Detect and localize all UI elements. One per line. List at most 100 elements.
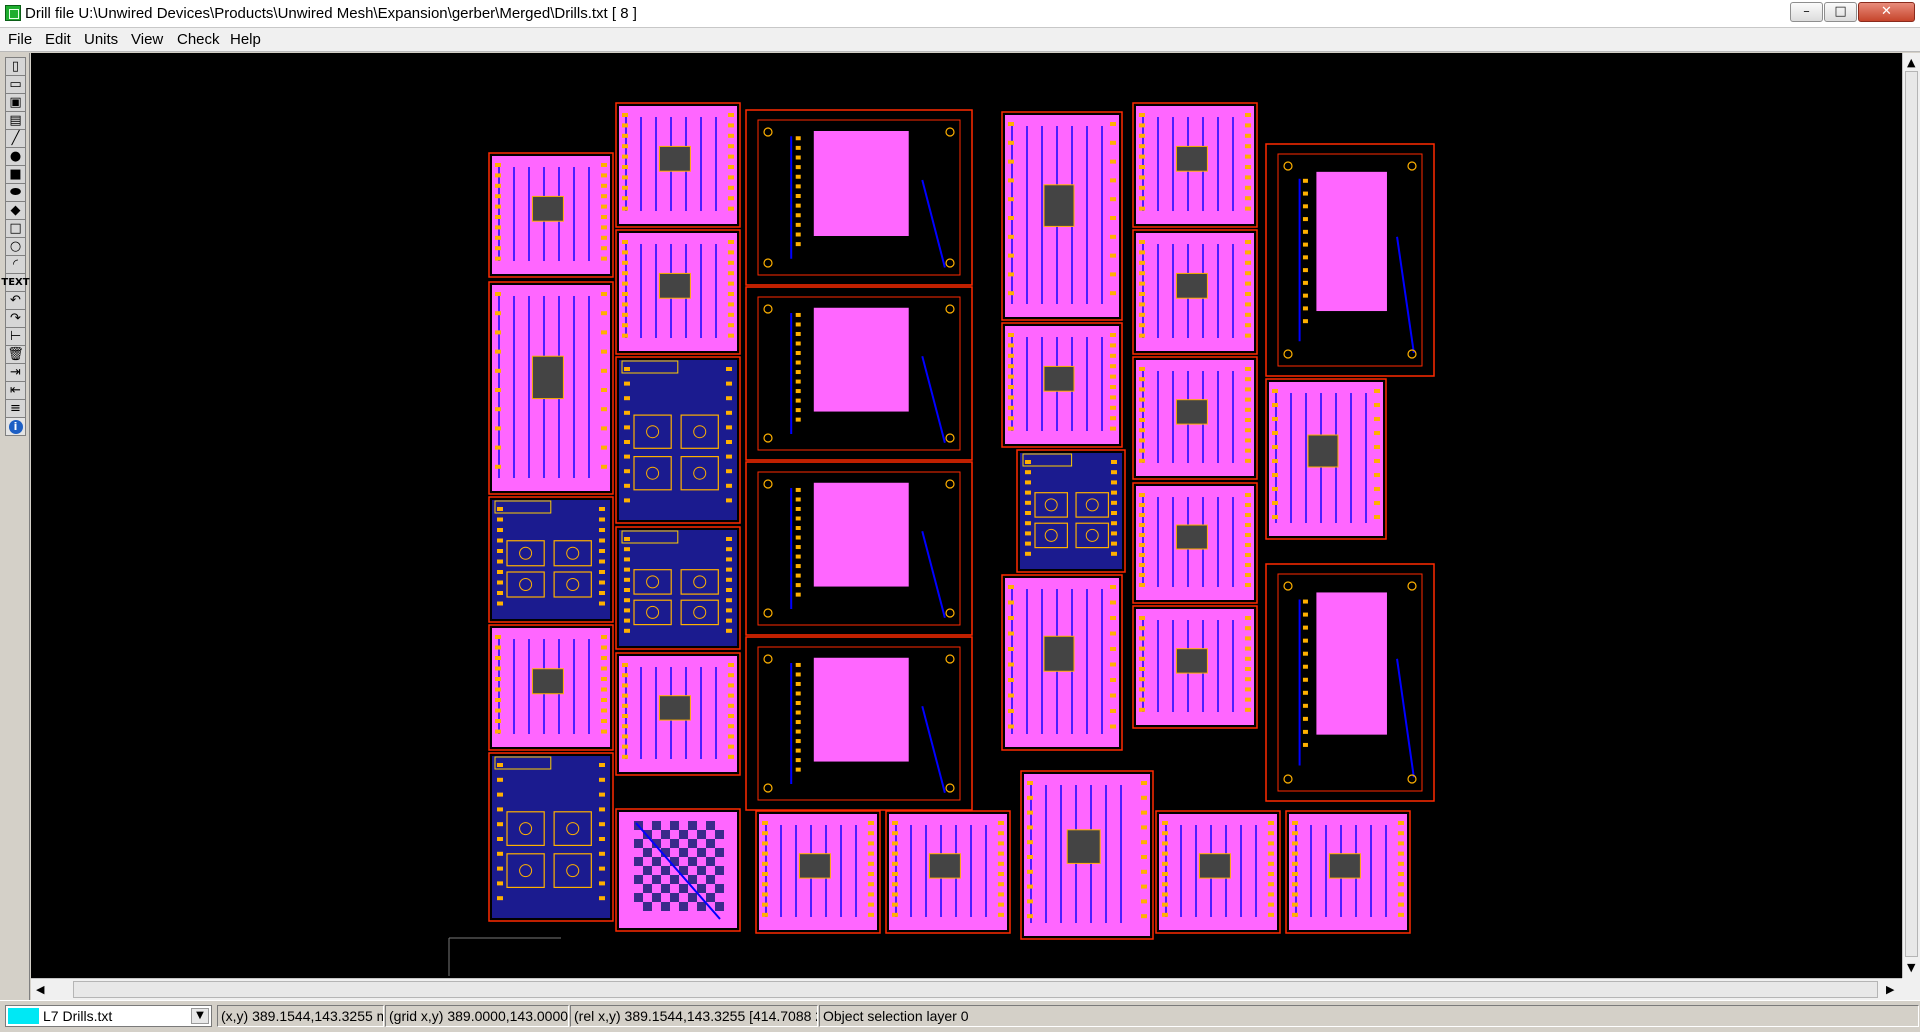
pad bbox=[998, 892, 1004, 897]
pad bbox=[495, 645, 501, 650]
maximize-button[interactable]: □ bbox=[1824, 2, 1857, 22]
pad bbox=[1110, 234, 1116, 239]
pad bbox=[728, 673, 734, 678]
hatch-cell bbox=[652, 893, 661, 902]
layers-icon[interactable]: ≡ bbox=[5, 399, 26, 418]
horizontal-scrollbar[interactable]: ◀ ▶ bbox=[31, 978, 1902, 1000]
pad bbox=[1374, 459, 1380, 463]
rectangle-tool-icon[interactable]: □ bbox=[5, 219, 26, 238]
rel-xy-readout: (rel x,y) 389.1544,143.3255 [414.7088 20… bbox=[570, 1005, 818, 1027]
chip bbox=[531, 355, 564, 400]
chip bbox=[658, 272, 691, 299]
polygon-tool-icon[interactable]: ◆ bbox=[5, 201, 26, 220]
pad bbox=[1268, 872, 1274, 876]
pad bbox=[1027, 781, 1033, 785]
pad bbox=[1245, 687, 1251, 692]
pad bbox=[1245, 636, 1251, 641]
menu-units[interactable]: Units bbox=[84, 31, 118, 48]
menu-file[interactable]: File bbox=[8, 31, 32, 48]
trace bbox=[1396, 236, 1415, 353]
pad bbox=[1245, 513, 1251, 517]
align-icon[interactable]: ⇥ bbox=[5, 363, 26, 382]
pad bbox=[1110, 693, 1116, 698]
hatch-cell bbox=[697, 830, 706, 839]
close-button[interactable]: ✕ bbox=[1858, 2, 1915, 22]
delete-icon[interactable]: 🗑 bbox=[5, 345, 26, 364]
pad bbox=[795, 545, 801, 550]
print-icon[interactable]: ▤ bbox=[5, 111, 26, 130]
pad bbox=[1245, 646, 1251, 651]
menu-view[interactable]: View bbox=[131, 31, 163, 48]
pad bbox=[601, 225, 607, 230]
pad bbox=[1110, 662, 1116, 667]
scroll-up-icon[interactable]: ▲ bbox=[1907, 56, 1915, 69]
pad bbox=[1139, 175, 1145, 180]
pad bbox=[1162, 851, 1168, 856]
mirror-icon[interactable]: ⇤ bbox=[5, 381, 26, 400]
redo-icon[interactable]: ↷ bbox=[5, 309, 26, 328]
undo-icon[interactable]: ↶ bbox=[5, 291, 26, 310]
pad bbox=[892, 912, 898, 917]
pcb-canvas[interactable] bbox=[31, 53, 1902, 978]
copper-pour bbox=[1316, 592, 1387, 735]
pad bbox=[795, 145, 801, 150]
pad bbox=[1245, 165, 1251, 169]
chevron-down-icon[interactable]: ▼ bbox=[191, 1008, 209, 1024]
arc-tool-icon[interactable]: ◜ bbox=[5, 255, 26, 274]
pad bbox=[1027, 869, 1033, 874]
pad bbox=[726, 381, 732, 386]
circle-tool-icon[interactable]: ○ bbox=[5, 237, 26, 256]
text-tool-icon[interactable]: TEXT bbox=[1, 273, 30, 292]
pad bbox=[1245, 250, 1251, 255]
minimize-button[interactable]: – bbox=[1790, 2, 1823, 22]
vertical-scroll-thumb[interactable] bbox=[1905, 71, 1918, 957]
pad bbox=[1008, 631, 1014, 636]
save-icon[interactable]: ▣ bbox=[5, 93, 26, 112]
pad bbox=[495, 204, 501, 209]
new-file-icon[interactable]: ▯ bbox=[5, 57, 26, 76]
hatch-cell bbox=[706, 857, 715, 866]
pad bbox=[1272, 417, 1278, 421]
menu-check[interactable]: Check bbox=[177, 31, 220, 48]
scroll-right-icon[interactable]: ▶ bbox=[1886, 983, 1894, 996]
chip bbox=[658, 695, 691, 721]
pad bbox=[868, 882, 874, 887]
pad bbox=[599, 538, 605, 543]
open-folder-icon[interactable]: ▭ bbox=[5, 75, 26, 94]
pad bbox=[1292, 841, 1298, 846]
pad bbox=[1245, 707, 1251, 712]
pad bbox=[998, 861, 1004, 866]
pad bbox=[622, 185, 628, 190]
layer-select[interactable]: L7 Drills.txt ▼ bbox=[5, 1005, 212, 1027]
line-tool-icon[interactable]: ╱ bbox=[5, 129, 26, 148]
pad bbox=[1302, 306, 1308, 311]
pcb-drawing[interactable] bbox=[31, 53, 1902, 978]
scroll-left-icon[interactable]: ◀ bbox=[36, 983, 44, 996]
menu-edit[interactable]: Edit bbox=[45, 31, 71, 48]
pad bbox=[1025, 531, 1031, 536]
measure-icon[interactable]: ⊢ bbox=[5, 327, 26, 346]
mounting-hole bbox=[763, 608, 773, 618]
mounting-hole bbox=[1283, 581, 1293, 591]
pad bbox=[1008, 272, 1014, 277]
square-pad-icon[interactable]: ■ bbox=[5, 165, 26, 184]
pad bbox=[495, 698, 501, 702]
pad bbox=[624, 425, 630, 430]
pad bbox=[1110, 159, 1116, 164]
pad bbox=[495, 388, 501, 392]
pad bbox=[1374, 515, 1380, 519]
pad-tool-icon[interactable]: ● bbox=[5, 147, 26, 166]
pad bbox=[795, 767, 801, 772]
oval-pad-icon[interactable]: ⬬ bbox=[5, 183, 26, 202]
pad bbox=[622, 123, 628, 128]
chip bbox=[531, 195, 564, 222]
pad bbox=[599, 591, 605, 595]
menu-help[interactable]: Help bbox=[230, 31, 261, 48]
scroll-down-icon[interactable]: ▼ bbox=[1907, 961, 1915, 974]
info-icon[interactable]: i bbox=[5, 417, 26, 436]
pad bbox=[762, 841, 768, 846]
horizontal-scroll-thumb[interactable] bbox=[73, 981, 1878, 998]
vertical-scrollbar[interactable]: ▲ ▼ bbox=[1902, 53, 1920, 978]
pad bbox=[624, 396, 630, 401]
hatch-cell bbox=[661, 830, 670, 839]
